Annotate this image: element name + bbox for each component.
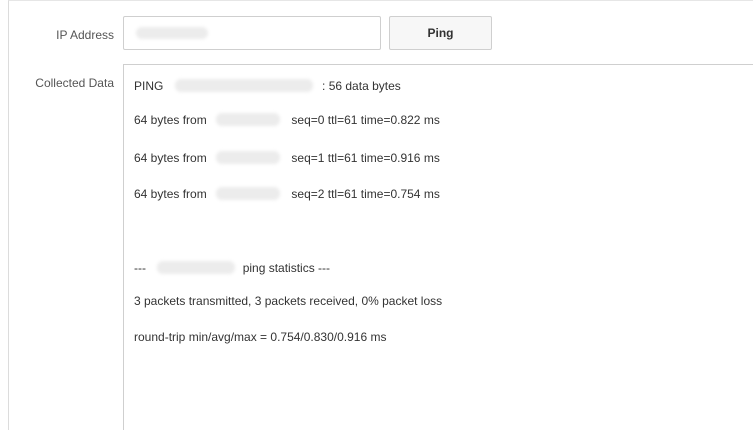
- redacted-ip-value: [136, 27, 208, 39]
- redacted-host: [174, 79, 313, 93]
- ping-button[interactable]: Ping: [389, 16, 492, 50]
- output-line-reply: 64 bytes from seq=1 ttl=61 time=0.916 ms: [134, 149, 440, 165]
- output-line-stats-header: --- ping statistics ---: [134, 259, 330, 275]
- stats-prefix: ---: [134, 260, 146, 275]
- redacted-reply-host: [216, 113, 281, 127]
- ip-address-input[interactable]: [123, 16, 381, 50]
- redacted-reply-host: [216, 187, 281, 201]
- ping-prefix: PING: [134, 78, 164, 93]
- ping-header-suffix: : 56 data bytes: [322, 78, 401, 93]
- reply-detail: seq=0 ttl=61 time=0.822 ms: [291, 112, 440, 127]
- output-line-packets: 3 packets transmitted, 3 packets receive…: [134, 294, 443, 308]
- stats-suffix: ping statistics ---: [242, 260, 331, 275]
- reply-prefix: 64 bytes from: [134, 112, 207, 127]
- reply-prefix: 64 bytes from: [134, 150, 207, 165]
- ip-address-label: IP Address: [56, 28, 114, 42]
- collected-data-output: PING : 56 data bytes 64 bytes from seq=0…: [123, 64, 753, 430]
- redacted-stats-host: [157, 261, 236, 275]
- reply-prefix: 64 bytes from: [134, 186, 207, 201]
- collected-data-label: Collected Data: [35, 76, 114, 90]
- redacted-reply-host: [216, 151, 281, 165]
- output-line-rtt: round-trip min/avg/max = 0.754/0.830/0.9…: [134, 330, 387, 344]
- output-line-reply: 64 bytes from seq=2 ttl=61 time=0.754 ms: [134, 185, 440, 201]
- output-line-ping-header: PING : 56 data bytes: [134, 77, 401, 93]
- reply-detail: seq=2 ttl=61 time=0.754 ms: [291, 186, 440, 201]
- reply-detail: seq=1 ttl=61 time=0.916 ms: [291, 150, 440, 165]
- output-line-reply: 64 bytes from seq=0 ttl=61 time=0.822 ms: [134, 111, 440, 127]
